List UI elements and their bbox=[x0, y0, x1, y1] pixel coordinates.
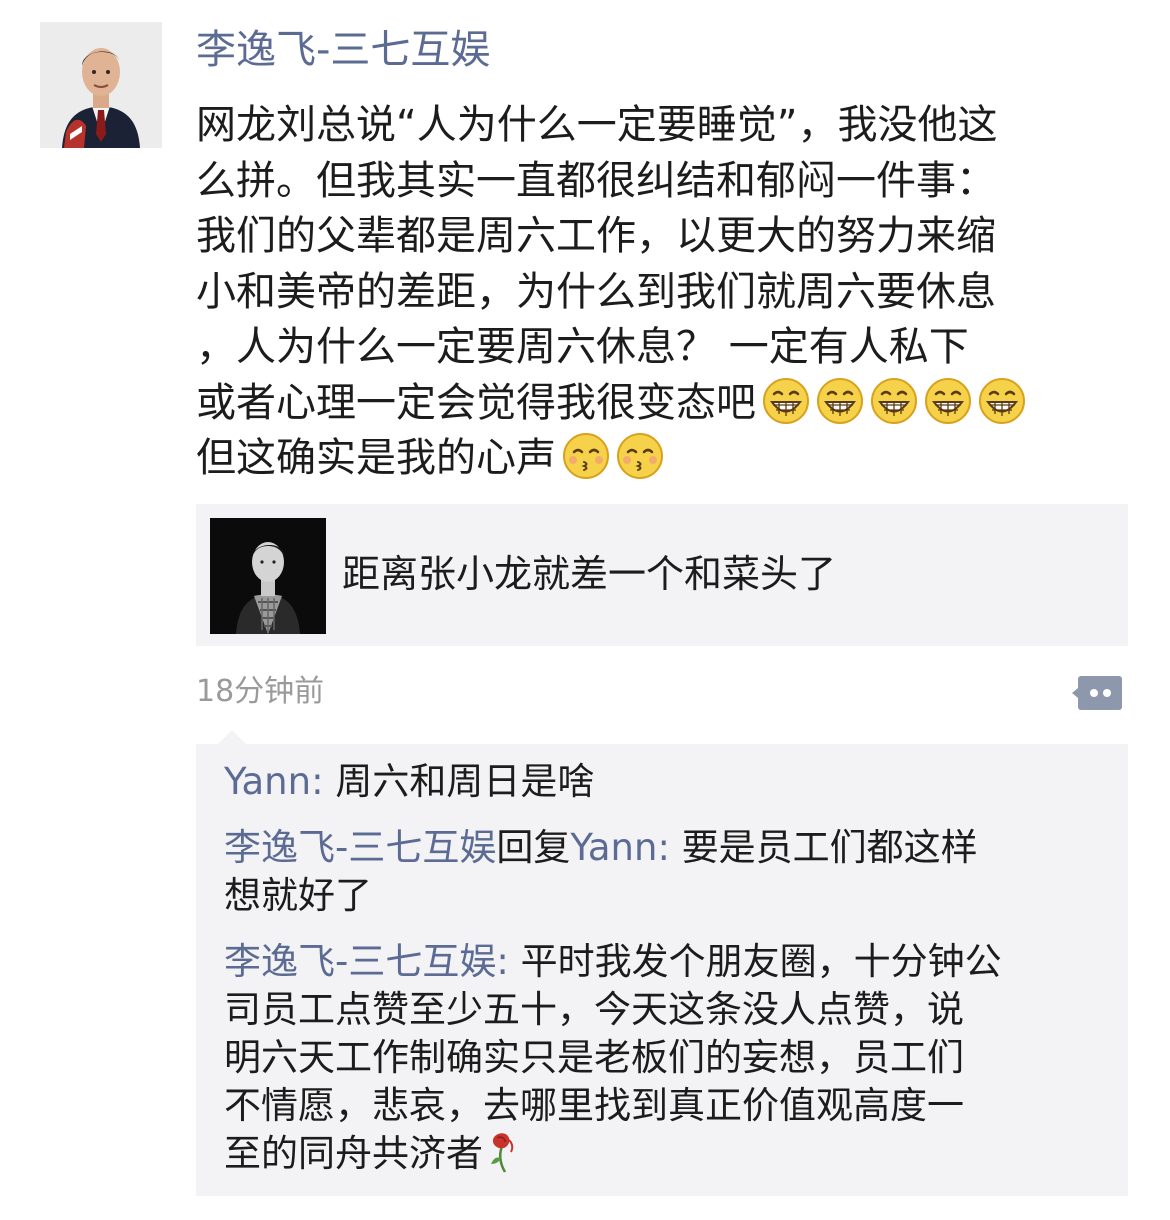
post-text-line: 小和美帝的差距，为什么到我们就周六要休息 bbox=[196, 268, 996, 315]
comment-text: 不情愿，悲哀，去哪里找到真正价值观高度一 bbox=[224, 1084, 964, 1127]
post-text-line-with-emoji: 或者心理一定会觉得我很变态吧 bbox=[196, 376, 1136, 432]
reply-target-name[interactable]: Yann bbox=[570, 826, 657, 869]
comment-text: 平时我发个朋友圈，十分钟公 bbox=[520, 940, 1002, 983]
kiss-emoji-group bbox=[556, 432, 664, 481]
shared-link-card[interactable]: 距离张小龙就差一个和菜头了 bbox=[196, 504, 1128, 646]
post-content: 网龙刘总说“人为什么一定要睡觉”，我没他这 么拼。但我其实一直都很纠结和郁闷一件… bbox=[196, 98, 1136, 487]
author-avatar[interactable] bbox=[40, 22, 162, 148]
grinning-face-emoji bbox=[762, 377, 810, 425]
reply-label: 回复 bbox=[496, 826, 571, 869]
post-text-segment: 或者心理一定会觉得我很变态吧 bbox=[196, 379, 756, 426]
commenter-name[interactable]: 李逸飞-三七互娱 bbox=[224, 940, 496, 983]
comment-text: 要是员工们都这样 bbox=[681, 826, 978, 869]
commenter-name[interactable]: 李逸飞-三七互娱 bbox=[224, 826, 496, 869]
grinning-face-emoji bbox=[924, 377, 972, 425]
post-text-line-with-emoji: 但这确实是我的心声 bbox=[196, 431, 1136, 487]
comment-dots-icon bbox=[1072, 676, 1122, 710]
commenter-name[interactable]: Yann bbox=[224, 760, 311, 803]
comment-item[interactable]: Yann: 周六和周日是啥 bbox=[224, 758, 1114, 806]
grinning-face-emoji bbox=[816, 377, 864, 425]
comment-button[interactable] bbox=[1072, 674, 1124, 714]
comment-text: 想就好了 bbox=[224, 874, 372, 917]
post-text-line: 么拼。但我其实一直都很纠结和郁闷一件事： bbox=[196, 157, 996, 204]
wilted-rose-icon bbox=[483, 1130, 523, 1174]
grin-emoji-group bbox=[756, 377, 1026, 426]
comment-item[interactable]: 李逸飞-三七互娱: 平时我发个朋友圈，十分钟公 司员工点赞至少五十，今天这条没人… bbox=[224, 938, 1114, 1178]
comment-separator: : bbox=[657, 826, 682, 869]
post-text-line: 我们的父辈都是周六工作，以更大的努力来缩 bbox=[196, 213, 996, 259]
grinning-face-emoji bbox=[978, 377, 1026, 425]
comment-separator: : bbox=[496, 940, 521, 983]
kissing-face-emoji bbox=[562, 432, 610, 480]
link-thumbnail bbox=[210, 518, 326, 634]
comment-text: 司员工点赞至少五十，今天这条没人点赞，说 bbox=[224, 988, 964, 1031]
post-timestamp: 18分钟前 bbox=[196, 674, 325, 709]
kissing-face-emoji bbox=[616, 432, 664, 480]
comment-text: 至的同舟共济者 bbox=[224, 1132, 483, 1175]
link-title[interactable]: 距离张小龙就差一个和菜头了 bbox=[342, 548, 836, 600]
post-text-line: ，人为什么一定要周六休息？ 一定有人私下 bbox=[196, 324, 969, 370]
comment-item[interactable]: 李逸飞-三七互娱回复Yann: 要是员工们都这样 想就好了 bbox=[224, 824, 1114, 920]
author-name[interactable]: 李逸飞-三七互娱 bbox=[196, 24, 490, 76]
post-text-line: 网龙刘总说“人为什么一定要睡觉”，我没他这 bbox=[196, 102, 998, 148]
comment-text: 明六天工作制确实只是老板们的妄想，员工们 bbox=[224, 1036, 964, 1079]
post-text-segment: 但这确实是我的心声 bbox=[196, 435, 556, 481]
comments-section: Yann: 周六和周日是啥 李逸飞-三七互娱回复Yann: 要是员工们都这样 想… bbox=[196, 730, 1128, 1196]
comment-text: 周六和周日是啥 bbox=[335, 760, 595, 803]
grinning-face-emoji bbox=[870, 377, 918, 425]
comment-separator: : bbox=[311, 760, 336, 803]
